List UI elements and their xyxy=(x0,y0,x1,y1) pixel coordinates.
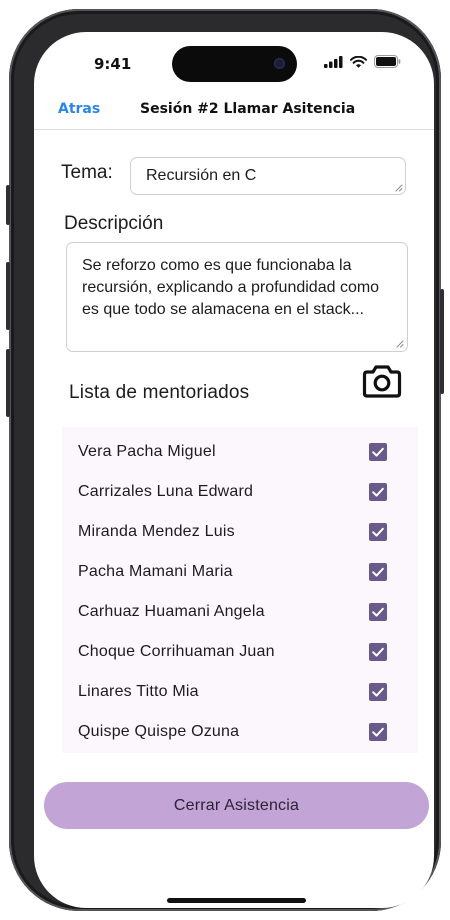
checkmark-icon xyxy=(372,647,384,657)
mentee-name: Linares Titto Mia xyxy=(78,683,199,700)
home-indicator xyxy=(167,898,306,903)
descripcion-text: Se reforzo como es que funcionaba la rec… xyxy=(82,257,380,318)
mentee-row[interactable]: Miranda Mendez Luis xyxy=(62,511,418,551)
screen: 9:41 Atras Sesión #2 Llamar Asitencia Te… xyxy=(34,32,434,908)
battery-icon xyxy=(374,55,401,68)
checkmark-icon xyxy=(372,527,384,537)
attendance-checkbox[interactable] xyxy=(369,723,387,741)
attendance-checkbox[interactable] xyxy=(369,563,387,581)
mentee-name: Quispe Quispe Ozuna xyxy=(78,723,240,740)
checkmark-icon xyxy=(372,447,384,457)
mentee-row[interactable]: Carhuaz Huamani Angela xyxy=(62,591,418,631)
mentee-list: Vera Pacha Miguel Carrizales Luna Edward M… xyxy=(62,427,418,753)
mentee-name: Miranda Mendez Luis xyxy=(78,523,235,540)
mentee-row[interactable]: Vera Pacha Miguel xyxy=(62,431,418,471)
page-title: Sesión #2 Llamar Asitencia xyxy=(140,101,356,117)
resize-handle-icon xyxy=(395,184,403,192)
volume-up-button xyxy=(6,262,10,330)
camera-icon xyxy=(362,365,402,398)
cerrar-asistencia-button[interactable]: Cerrar Asistencia xyxy=(44,782,429,829)
tema-label: Tema: xyxy=(61,162,113,183)
mentee-row[interactable]: Carrizales Luna Edward xyxy=(62,471,418,511)
attendance-checkbox[interactable] xyxy=(369,603,387,621)
power-button xyxy=(440,289,444,394)
checkmark-icon xyxy=(372,727,384,737)
mentee-row[interactable]: Linares Titto Mia xyxy=(62,671,418,711)
descripcion-label: Descripción xyxy=(64,213,164,234)
navigation-bar: Atras Sesión #2 Llamar Asitencia xyxy=(34,98,434,130)
descripcion-textarea[interactable]: Se reforzo como es que funcionaba la rec… xyxy=(66,242,408,352)
front-camera-icon xyxy=(274,58,285,69)
camera-button[interactable] xyxy=(362,363,402,399)
tema-input[interactable] xyxy=(130,157,406,195)
mentee-row[interactable]: Quispe Quispe Ozuna xyxy=(62,711,418,751)
mentee-name: Pacha Mamani Maria xyxy=(78,563,233,580)
mentee-name: Carrizales Luna Edward xyxy=(78,483,254,500)
mentee-row[interactable]: Pacha Mamani Maria xyxy=(62,551,418,591)
resize-handle-icon xyxy=(396,340,404,348)
cellular-signal-icon xyxy=(324,55,343,68)
attendance-checkbox[interactable] xyxy=(369,523,387,541)
action-button xyxy=(6,185,10,225)
checkmark-icon xyxy=(372,607,384,617)
status-time: 9:41 xyxy=(94,55,132,73)
mentee-name: Vera Pacha Miguel xyxy=(78,443,216,460)
phone-frame: 9:41 Atras Sesión #2 Llamar Asitencia Te… xyxy=(6,9,444,911)
attendance-checkbox[interactable] xyxy=(369,643,387,661)
dynamic-island xyxy=(172,46,297,82)
wifi-icon xyxy=(350,55,367,68)
mentee-name: Choque Corrihuaman Juan xyxy=(78,643,275,660)
attendance-checkbox[interactable] xyxy=(369,483,387,501)
attendance-checkbox[interactable] xyxy=(369,683,387,701)
back-button[interactable]: Atras xyxy=(58,101,100,117)
checkmark-icon xyxy=(372,487,384,497)
volume-down-button xyxy=(6,349,10,417)
status-icons xyxy=(324,55,401,68)
mentee-name: Carhuaz Huamani Angela xyxy=(78,603,265,620)
mentee-row[interactable]: Choque Corrihuaman Juan xyxy=(62,631,418,671)
checkmark-icon xyxy=(372,567,384,577)
attendance-checkbox[interactable] xyxy=(369,443,387,461)
checkmark-icon xyxy=(372,687,384,697)
list-title: Lista de mentoriados xyxy=(69,382,250,403)
